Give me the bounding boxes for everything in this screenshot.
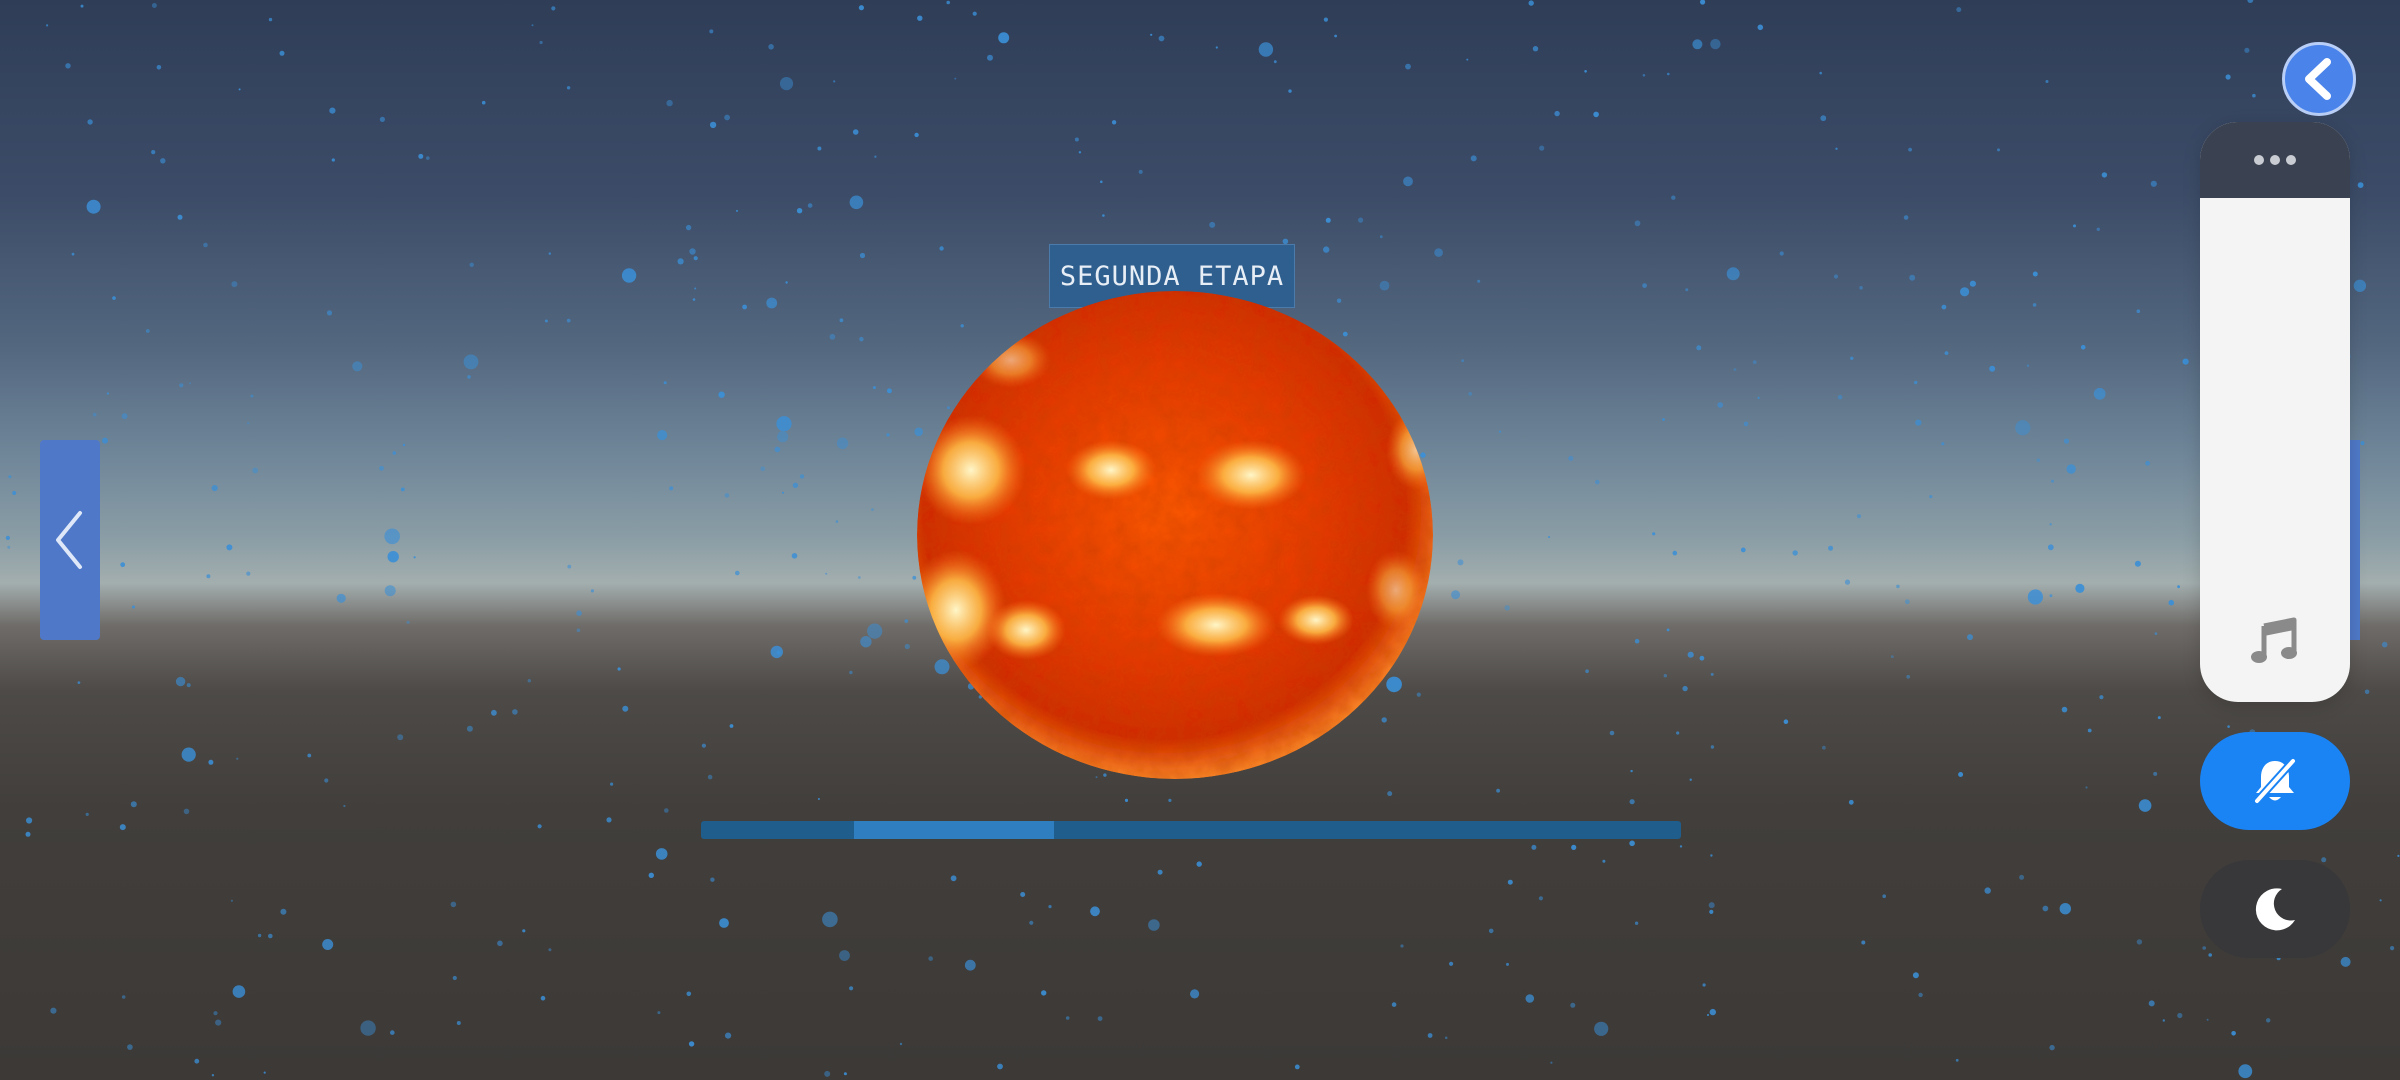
prev-arrow-button[interactable] (40, 440, 100, 640)
panel-menu-handle[interactable] (2200, 122, 2350, 198)
back-button[interactable] (2282, 42, 2356, 116)
sun-planet-model[interactable] (916, 290, 1434, 780)
mute-notifications-button[interactable] (2200, 732, 2350, 830)
more-dots-icon (2254, 155, 2296, 165)
chevron-left-icon (2305, 58, 2331, 100)
stage-progress-fill (853, 821, 1054, 839)
stage-progress-bar[interactable] (701, 821, 1681, 839)
music-note-icon[interactable] (2250, 616, 2300, 666)
bell-off-icon (2254, 758, 2296, 804)
side-control-panel (2200, 122, 2350, 702)
night-mode-button[interactable] (2200, 860, 2350, 958)
moon-icon (2255, 888, 2295, 931)
chevron-left-icon (56, 511, 82, 569)
